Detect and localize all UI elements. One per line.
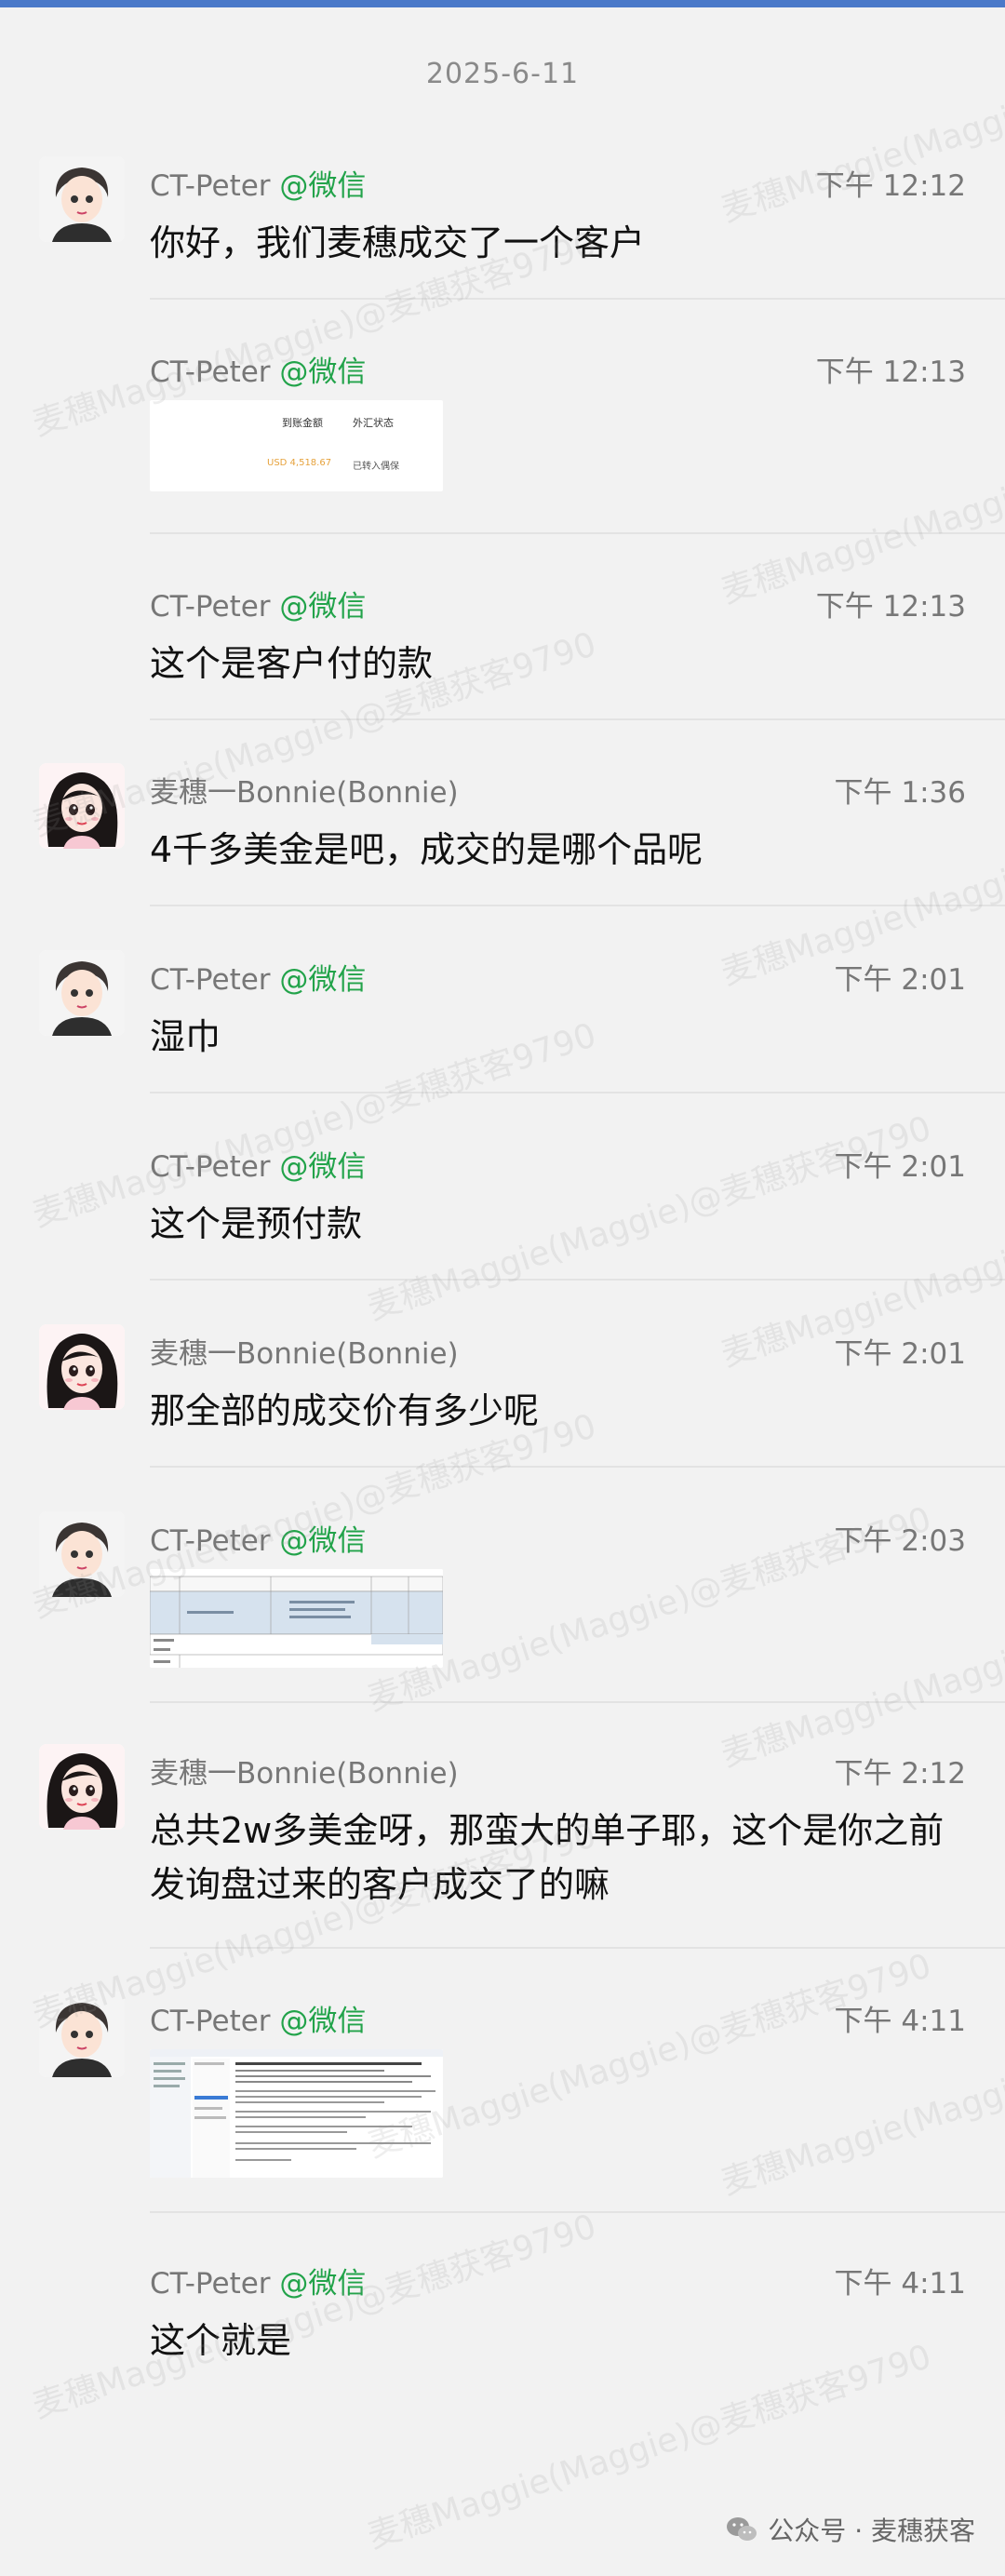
avatar-peter[interactable] (39, 1992, 125, 2077)
message-time: 下午 12:13 (815, 356, 966, 389)
message-time: 下午 2:01 (834, 1150, 966, 1184)
message-text: 你好，我们麦穗成交了一个客户 (150, 222, 646, 263)
table-preview-graphic (150, 1569, 443, 1668)
peter-avatar-icon (39, 1511, 125, 1597)
message-time: 下午 4:11 (834, 2267, 966, 2301)
sender-name: 麦穗一Bonnie(Bonnie) (150, 776, 459, 810)
avatar-peter[interactable] (39, 950, 125, 1036)
message-divider (150, 2211, 1005, 2213)
message-time: 下午 2:03 (834, 1524, 966, 1558)
message-item[interactable]: CT-Peter @微信 下午 4:11 这个就是 (0, 2254, 1005, 2394)
sender-name: CT-Peter @微信 (150, 356, 367, 389)
message-divider (150, 718, 1005, 720)
message-item[interactable]: 麦穗一Bonnie(Bonnie) 下午 1:36 4千多美金是吧，成交的是哪个… (0, 763, 1005, 906)
payment-screenshot-image[interactable]: 到账金额 外汇状态 USD 4,518.67 已转入偶保 (150, 400, 443, 491)
message-text: 这个是客户付的款 (150, 643, 434, 684)
bonnie-avatar-icon (39, 763, 125, 849)
message-time: 下午 12:12 (815, 169, 966, 203)
payment-val2: 已转入偶保 (353, 462, 399, 472)
sender-name: CT-Peter @微信 (150, 1150, 367, 1184)
wechat-logo-icon (727, 2517, 757, 2541)
message-text: 湿巾 (150, 1016, 221, 1057)
message-item[interactable]: CT-Peter @微信 下午 12:12 你好，我们麦穗成交了一个客户 (0, 156, 1005, 316)
message-item[interactable]: CT-Peter @微信 下午 12:13 到账金额 外汇状态 USD 4,51… (0, 342, 1005, 534)
message-time: 下午 2:01 (834, 963, 966, 997)
message-item[interactable]: CT-Peter @微信 下午 2:01 湿巾 (0, 950, 1005, 1093)
top-accent-bar (0, 0, 1005, 7)
bonnie-avatar-icon (39, 1744, 125, 1830)
message-text: 4千多美金是吧，成交的是哪个品呢 (150, 829, 704, 870)
email-preview-graphic (150, 2049, 443, 2178)
avatar-bonnie[interactable] (39, 763, 125, 849)
sender-name: CT-Peter @微信 (150, 2267, 367, 2301)
sender-name: 麦穗一Bonnie(Bonnie) (150, 1757, 459, 1791)
message-divider (150, 1466, 1005, 1468)
message-divider (150, 1947, 1005, 1949)
message-time: 下午 1:36 (834, 776, 966, 810)
message-time: 下午 2:12 (834, 1757, 966, 1791)
footer-account: 公众号 · 麦穗获客 (725, 2511, 975, 2548)
message-time: 下午 2:01 (834, 1337, 966, 1371)
message-text: 这个就是 (150, 2320, 292, 2361)
peter-avatar-icon (39, 1992, 125, 2077)
message-item[interactable]: CT-Peter @微信 下午 4:11 (0, 1992, 1005, 2213)
sender-name: CT-Peter @微信 (150, 963, 367, 997)
message-text: 那全部的成交价有多少呢 (150, 1390, 540, 1431)
avatar-peter[interactable] (39, 1511, 125, 1597)
order-table-screenshot-image[interactable] (150, 1569, 443, 1668)
sender-name: CT-Peter @微信 (150, 169, 367, 203)
message-divider (150, 1092, 1005, 1093)
footer-text: 公众号 · 麦穗获客 (768, 2516, 975, 2546)
date-separator: 2025-6-11 (425, 58, 580, 90)
sender-name: CT-Peter @微信 (150, 2005, 367, 2038)
message-item[interactable]: CT-Peter @微信 下午 2:03 (0, 1511, 1005, 1703)
message-divider (150, 1279, 1005, 1281)
message-time: 下午 12:13 (815, 590, 966, 624)
message-divider (150, 532, 1005, 534)
payment-val1: USD 4,518.67 (267, 458, 332, 468)
avatar-peter[interactable] (39, 156, 125, 242)
avatar-bonnie[interactable] (39, 1744, 125, 1830)
inquiry-email-screenshot-image[interactable] (150, 2049, 443, 2178)
sender-name: CT-Peter @微信 (150, 1524, 367, 1558)
message-divider (150, 298, 1005, 300)
message-item[interactable]: CT-Peter @微信 下午 2:01 这个是预付款 (0, 1137, 1005, 1281)
sender-name: 麦穗一Bonnie(Bonnie) (150, 1337, 459, 1371)
message-divider (150, 905, 1005, 906)
payment-col2: 外汇状态 (353, 417, 394, 429)
message-time: 下午 4:11 (834, 2005, 966, 2038)
peter-avatar-icon (39, 156, 125, 242)
payment-col1: 到账金额 (282, 417, 323, 429)
message-item[interactable]: 麦穗一Bonnie(Bonnie) 下午 2:12 总共2w多美金呀，那蛮大的单… (0, 1744, 1005, 1949)
message-text: 总共2w多美金呀，那蛮大的单子耶，这个是你之前发询盘过来的客户成交了的嘛 (150, 1810, 945, 1905)
message-divider (150, 1701, 1005, 1703)
avatar-bonnie[interactable] (39, 1324, 125, 1410)
bonnie-avatar-icon (39, 1324, 125, 1410)
message-item[interactable]: 麦穗一Bonnie(Bonnie) 下午 2:01 那全部的成交价有多少呢 (0, 1324, 1005, 1468)
peter-avatar-icon (39, 950, 125, 1036)
message-text: 这个是预付款 (150, 1203, 363, 1244)
message-item[interactable]: CT-Peter @微信 下午 12:13 这个是客户付的款 (0, 577, 1005, 720)
sender-name: CT-Peter @微信 (150, 590, 367, 624)
